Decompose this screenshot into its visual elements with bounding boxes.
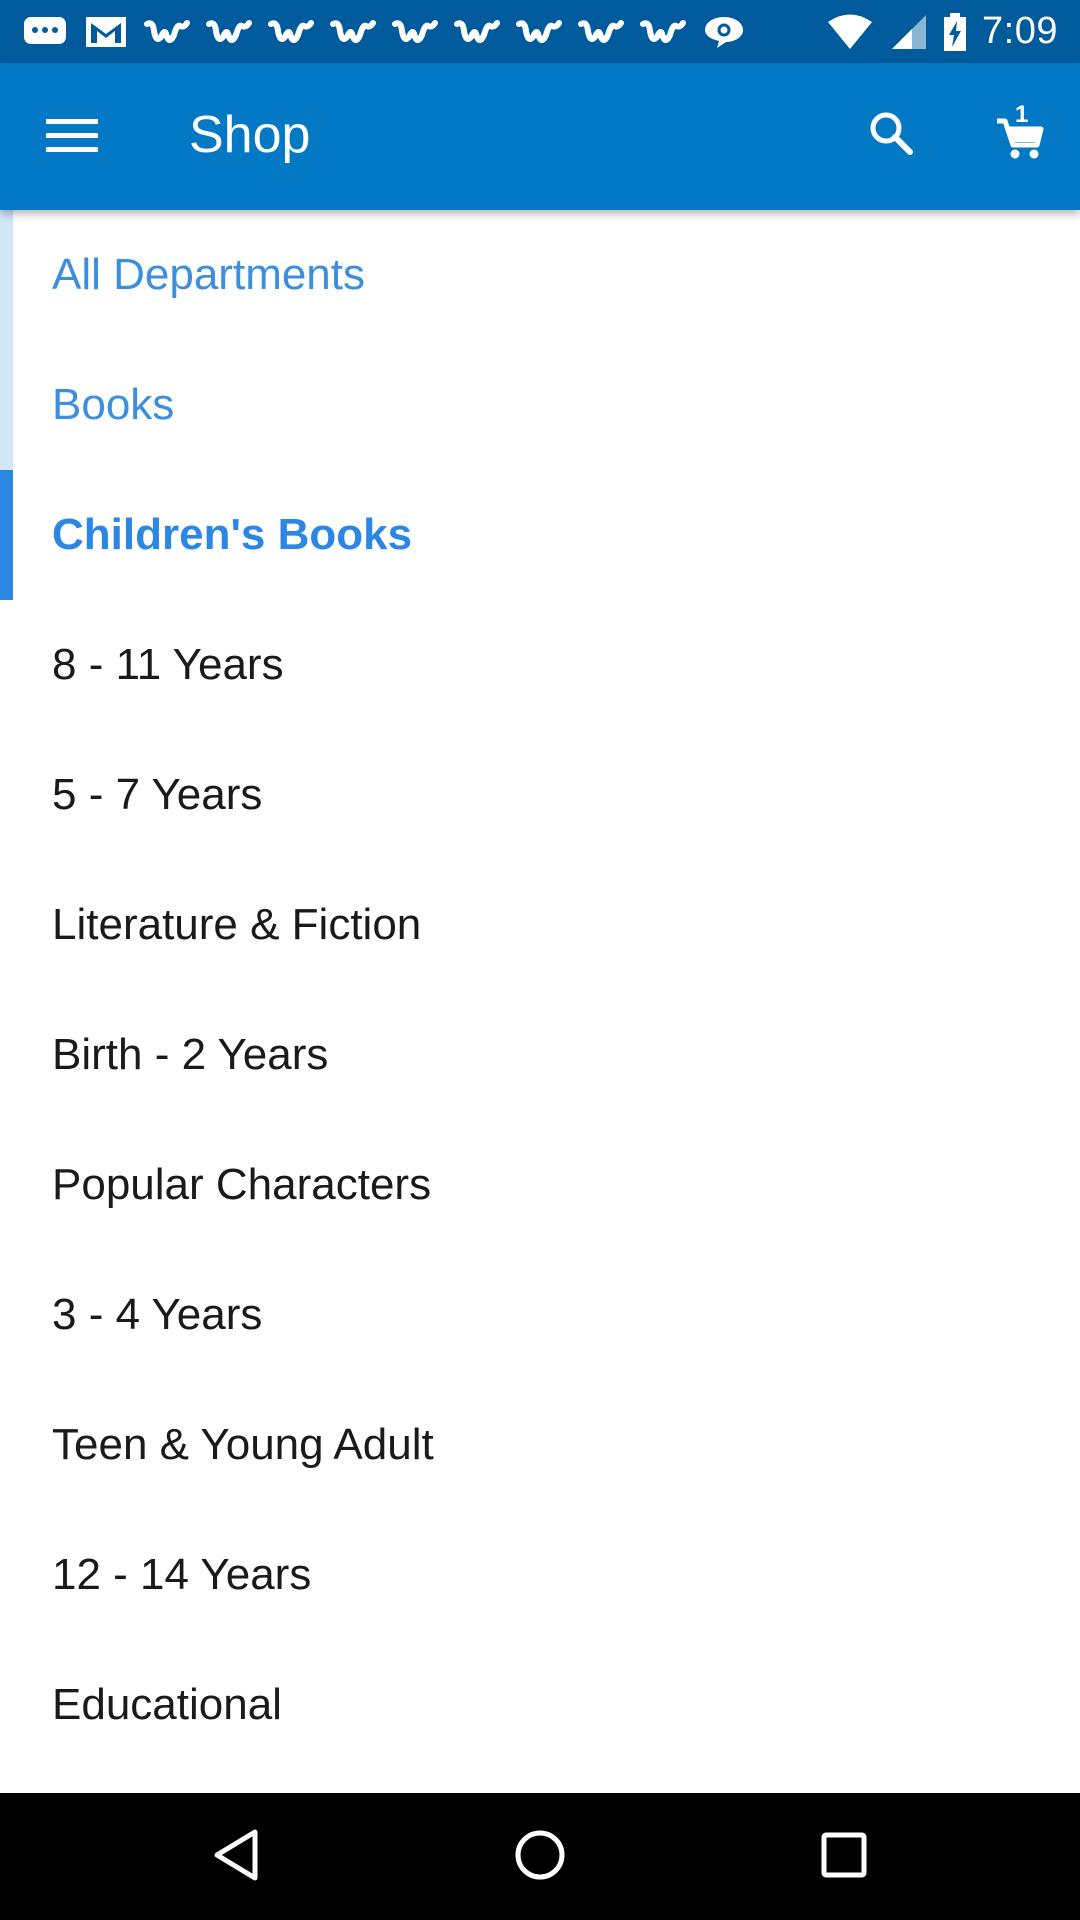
breadcrumb-indicator	[0, 340, 13, 470]
cart-count-badge: 1	[1015, 101, 1029, 128]
status-time: 7:09	[982, 10, 1058, 52]
w-app-icon	[516, 17, 562, 47]
status-bar: 7:09	[0, 0, 1080, 63]
back-icon	[211, 1828, 261, 1887]
subcategory-item[interactable]: 5 - 7 Years	[0, 730, 1080, 860]
battery-charging-icon	[942, 12, 968, 52]
current-category-childrens-books[interactable]: Children's Books	[0, 470, 1080, 600]
w-app-icon	[454, 17, 500, 47]
subcategory-label: 12 - 14 Years	[52, 1550, 312, 1599]
breadcrumb-indicator	[0, 210, 13, 340]
back-button[interactable]	[200, 1821, 272, 1893]
app-bar: Shop 1	[0, 63, 1080, 210]
w-app-icon	[578, 17, 624, 47]
w-app-icon	[640, 17, 686, 47]
w-app-icon	[144, 17, 190, 47]
subcategory-item[interactable]: 8 - 11 Years	[0, 600, 1080, 730]
breadcrumb-label: All Departments	[52, 250, 366, 299]
subcategory-item[interactable]: 12 - 14 Years	[0, 1510, 1080, 1640]
subcategory-label: Teen & Young Adult	[52, 1420, 434, 1469]
subcategory-label: Educational	[52, 1680, 282, 1729]
search-icon	[868, 110, 914, 161]
home-icon	[513, 1828, 567, 1887]
w-app-icon	[206, 17, 252, 47]
gmail-icon	[84, 14, 128, 50]
breadcrumb-all-departments[interactable]: All Departments	[0, 210, 1080, 340]
system-icons: 7:09	[826, 10, 1058, 53]
subcategory-label: 3 - 4 Years	[52, 1290, 263, 1339]
subcategory-item[interactable]: Literature & Fiction	[0, 860, 1080, 990]
subcategory-item[interactable]: Birth - 2 Years	[0, 990, 1080, 1120]
page-title: Shop	[189, 106, 311, 164]
subcategory-label: Literature & Fiction	[52, 900, 422, 949]
subcategory-item[interactable]: Teen & Young Adult	[0, 1380, 1080, 1510]
subcategory-item[interactable]: Popular Characters	[0, 1120, 1080, 1250]
subcategory-label: Popular Characters	[52, 1160, 432, 1209]
message-icon	[22, 14, 68, 50]
subcategory-item[interactable]: Educational	[0, 1640, 1080, 1770]
subcategory-label: 5 - 7 Years	[52, 770, 263, 819]
navigation-bar	[0, 1793, 1080, 1920]
notification-icons	[22, 14, 746, 50]
recents-button[interactable]	[808, 1821, 880, 1893]
menu-button[interactable]	[36, 101, 108, 173]
w-app-icon	[330, 17, 376, 47]
subcategory-label: Birth - 2 Years	[52, 1030, 329, 1079]
subcategory-item[interactable]: 3 - 4 Years	[0, 1250, 1080, 1380]
recents-icon	[819, 1830, 869, 1885]
selected-indicator	[0, 470, 13, 600]
search-button[interactable]	[855, 99, 927, 171]
home-button[interactable]	[504, 1821, 576, 1893]
w-app-icon	[268, 17, 314, 47]
wifi-icon	[826, 13, 874, 51]
subcategory-label: 8 - 11 Years	[52, 640, 284, 689]
breadcrumb-books[interactable]: Books	[0, 340, 1080, 470]
category-list: All Departments Books Children's Books 8…	[0, 210, 1080, 1770]
hamburger-menu-icon	[46, 117, 98, 158]
chat-icon	[702, 14, 746, 50]
w-app-icon	[392, 17, 438, 47]
breadcrumb-label: Books	[52, 380, 175, 429]
signal-icon	[888, 13, 928, 51]
current-category-label: Children's Books	[52, 510, 413, 559]
